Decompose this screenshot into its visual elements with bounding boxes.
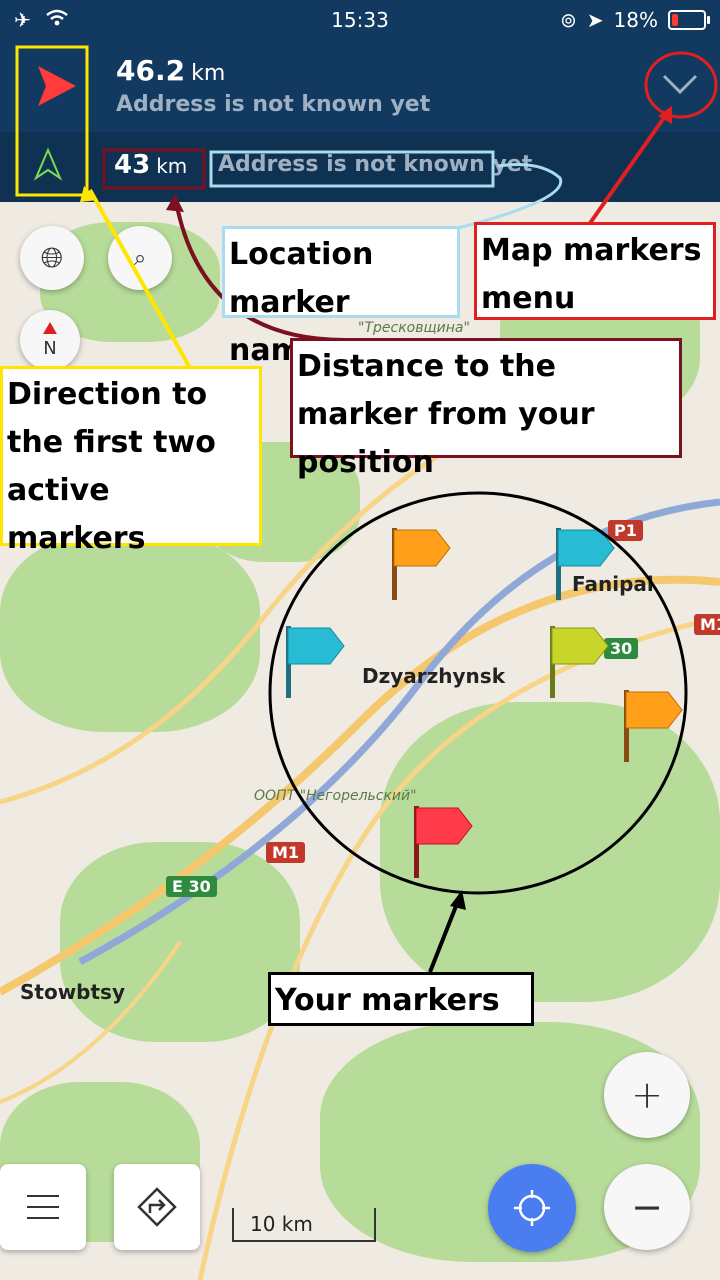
annotation-direction: Direction to the first two active marker… [0, 366, 262, 556]
annotation-distance: Distance to the marker from your positio… [290, 338, 682, 480]
annotation-location-name: Location marker name [222, 226, 460, 368]
annotation-menu: Map markers menu [474, 222, 716, 320]
annotation-overlay [15, 45, 718, 973]
annotation-your-markers: Your markers [268, 972, 534, 1026]
